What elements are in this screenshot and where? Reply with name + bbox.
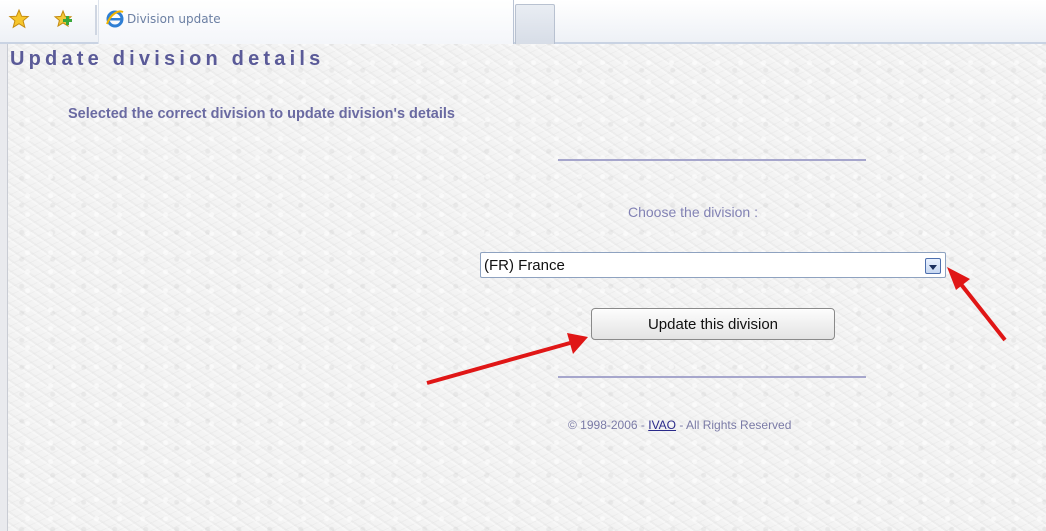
new-tab-button[interactable] [515,4,555,44]
dropdown-arrow-icon[interactable] [925,258,941,274]
divider-bottom [558,376,866,378]
tab-title: Division update [127,12,221,26]
page-subtitle: Selected the correct division to update … [68,106,455,122]
choose-division-label: Choose the division : [628,204,758,220]
ie-icon [105,9,125,29]
tab-division-update[interactable]: Division update [98,0,514,44]
add-favorite-icon[interactable] [52,8,74,30]
favorites-star-icon[interactable] [8,8,30,30]
division-select[interactable]: (FR) France [480,252,946,278]
division-select-value: (FR) France [484,257,565,274]
window-left-border [0,44,8,531]
tab-separator [95,5,97,35]
ivao-link[interactable]: IVAO [648,418,676,432]
red-arrow-to-dropdown [947,267,1007,342]
divider-top [558,159,866,161]
footer-copyright: © 1998-2006 - IVAO - All Rights Reserved [568,418,791,432]
footer-suffix: - All Rights Reserved [676,418,792,432]
page-title: Update division details [10,48,325,70]
update-division-button[interactable]: Update this division [591,308,835,340]
browser-tab-bar: Division update [0,0,1046,44]
footer-prefix: © 1998-2006 - [568,418,649,432]
